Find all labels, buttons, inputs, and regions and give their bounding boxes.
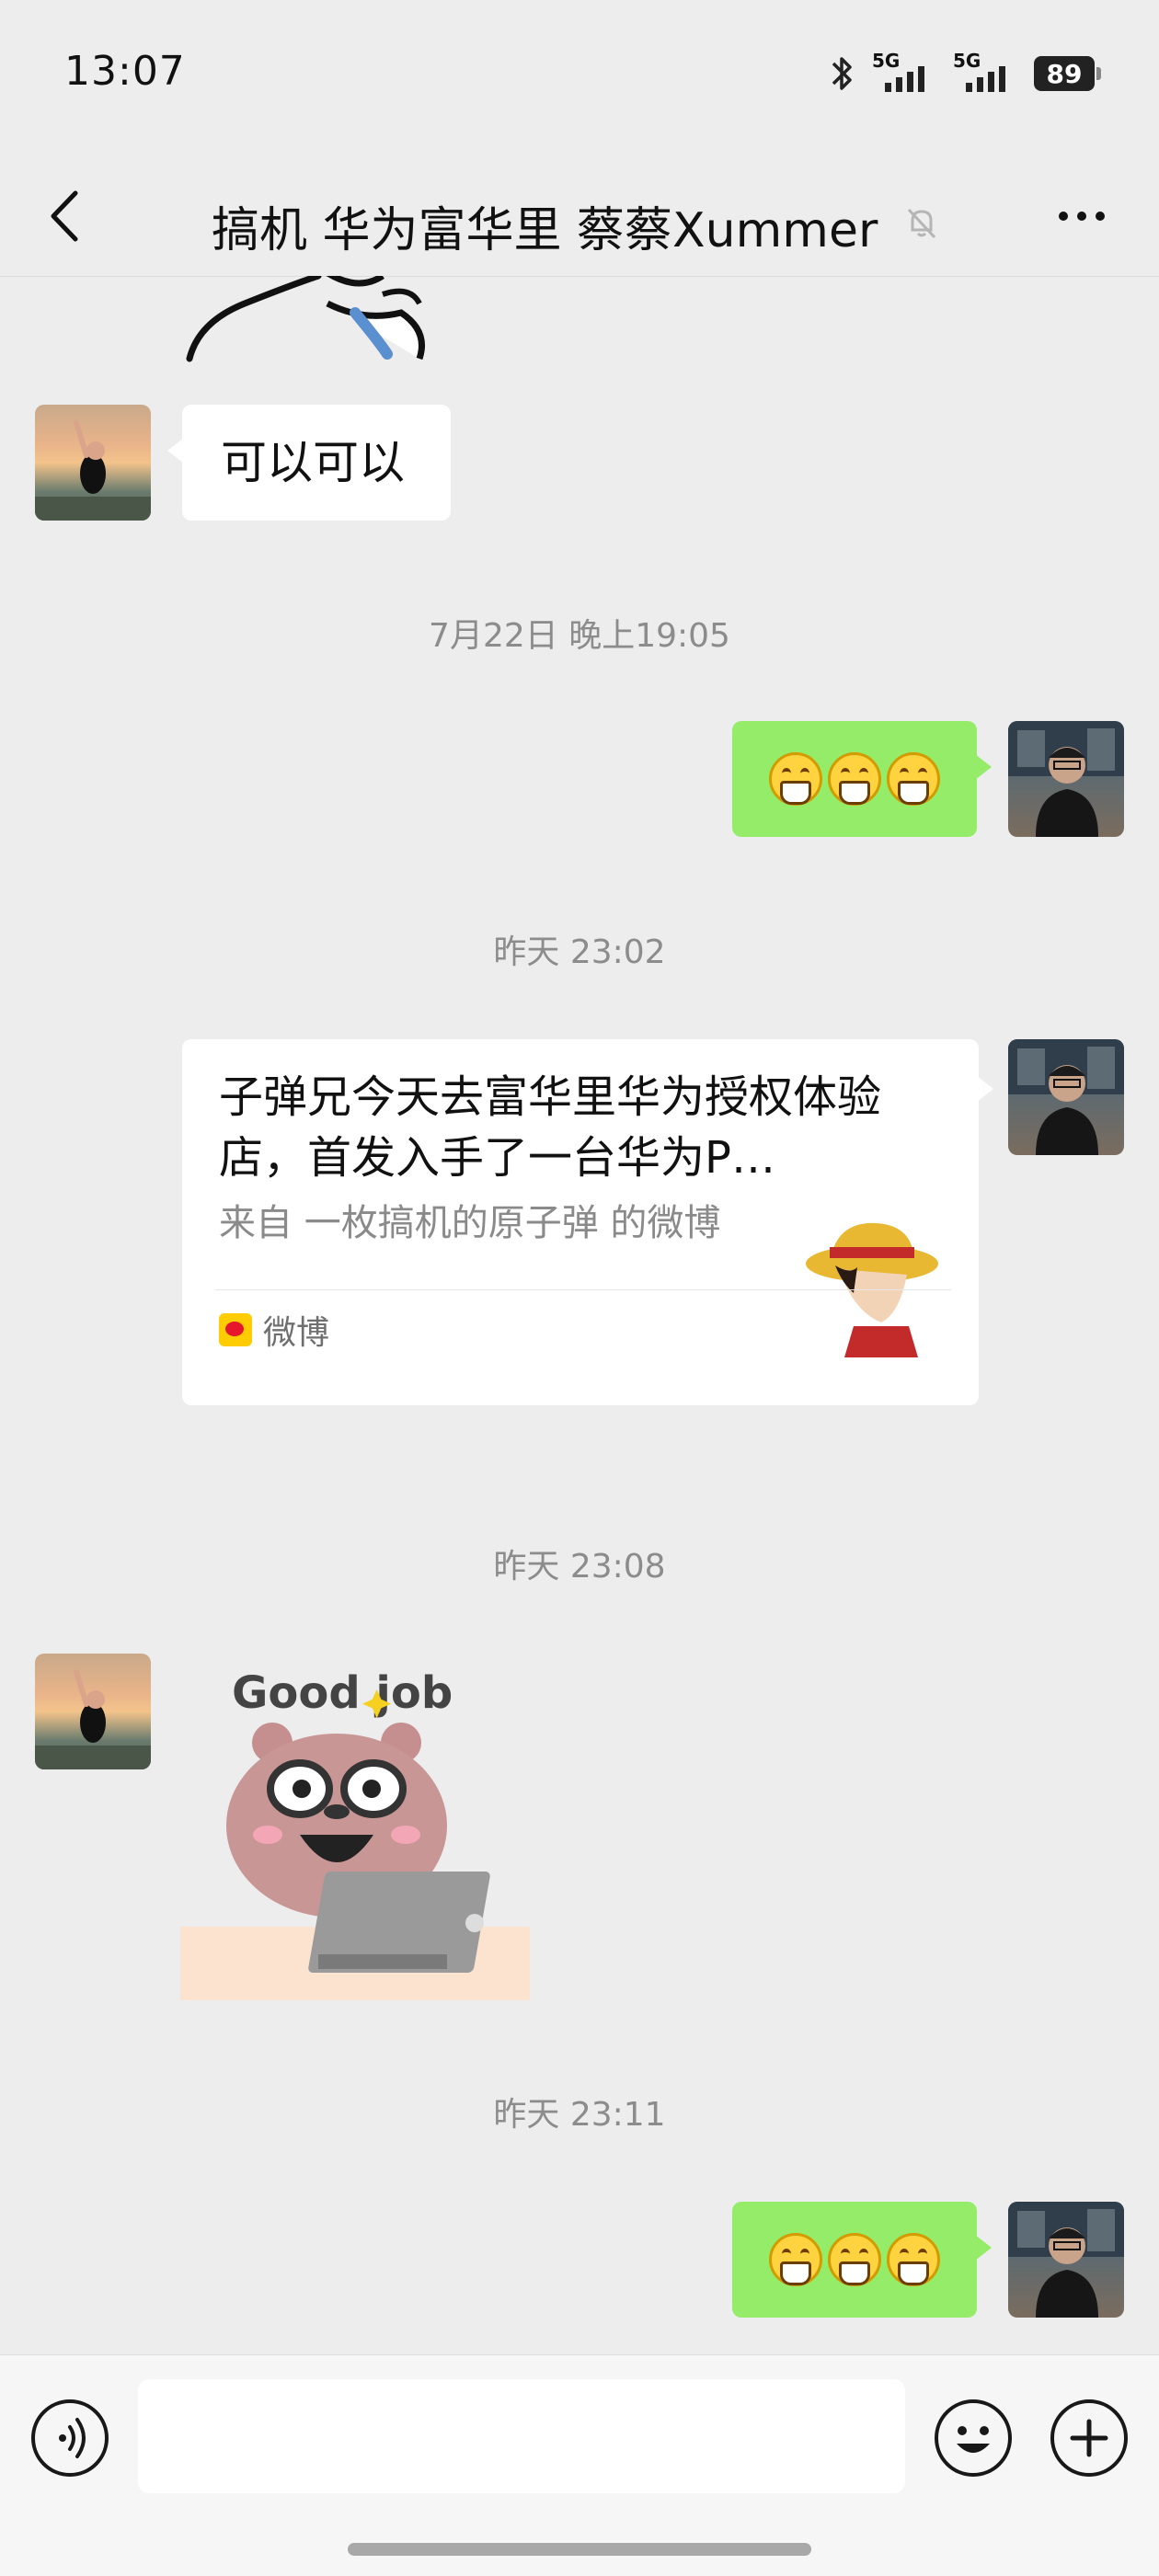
back-arrow-icon[interactable] (37, 184, 92, 248)
divider (215, 1289, 951, 1290)
grinning-face-icon (887, 2233, 940, 2286)
chat-title: 搞机 华为富华里 蔡蔡Xummer (212, 203, 878, 258)
home-indicator[interactable] (348, 2543, 811, 2556)
message-text: 可以可以 (221, 436, 405, 489)
grinning-face-icon (769, 752, 822, 806)
emoji-icon (957, 2426, 990, 2453)
emoji-group (732, 721, 977, 837)
timestamp: 昨天 23:08 (493, 1548, 666, 1586)
voice-icon (59, 2418, 86, 2458)
shared-link-card[interactable]: 子弹兄今天去富华里华为授权体验店，首发入手了一台华为P… 来自 一枚搞机的原子弹… (182, 1039, 993, 1405)
my-avatar[interactable] (1008, 2202, 1124, 2318)
contact-avatar[interactable] (35, 1654, 151, 1769)
contact-avatar[interactable] (35, 405, 151, 521)
chat-header: 搞机 华为富华里 蔡蔡Xummer (0, 156, 1159, 277)
link-card-subtitle: 来自 一枚搞机的原子弹 的微博 (219, 1202, 721, 1244)
battery-icon: 89 (1034, 56, 1101, 91)
input-bar (0, 2354, 1159, 2576)
message-input[interactable] (138, 2379, 905, 2493)
status-bar: 13:07 5G 5G 89 (0, 0, 1159, 147)
weibo-icon (219, 1313, 252, 1346)
grinning-face-icon (887, 752, 940, 806)
timestamp: 昨天 23:11 (493, 2096, 666, 2134)
chat-messages[interactable]: 可以可以 7月22日 晚上19:05 昨天 23:02 子弹兄今天去富华里华为授… (0, 276, 1159, 2354)
link-card-title: 子弹兄今天去富华里华为授权体验店，首发入手了一台华为P… (219, 1071, 882, 1184)
mute-bell-icon (907, 208, 936, 239)
bluetooth-icon (832, 57, 852, 90)
timestamp: 昨天 23:02 (493, 933, 666, 971)
plus-icon (1070, 2419, 1108, 2457)
avatar-image (1008, 2202, 1124, 2318)
message-bubble[interactable] (732, 721, 992, 837)
straw-hat-character-icon (806, 1222, 938, 1357)
emoji-button[interactable] (935, 2399, 1012, 2477)
status-time: 13:07 (64, 48, 186, 95)
my-avatar[interactable] (1008, 1039, 1124, 1155)
link-card-source: 微博 (219, 1306, 329, 1354)
status-icons: 5G 5G 89 (828, 50, 1101, 96)
avatar-image (1008, 721, 1124, 837)
sticker-caption: Good job (232, 1667, 453, 1719)
avatar-image (1008, 1039, 1124, 1155)
voice-button[interactable] (31, 2399, 109, 2477)
avatar-image (35, 1669, 151, 1769)
more-dots-icon (1059, 212, 1068, 221)
signal-5g-icon: 5G (953, 50, 1017, 96)
grinning-face-icon (769, 2233, 822, 2286)
avatar-image (35, 420, 151, 521)
my-avatar[interactable] (1008, 721, 1124, 837)
message-bubble[interactable]: 可以可以 (167, 405, 451, 521)
bear-laptop-sticker-icon[interactable]: Good job (180, 1651, 530, 2000)
message-bubble[interactable] (732, 2202, 992, 2318)
link-card-source-label: 微博 (263, 1314, 330, 1352)
cartoon-sticker-icon[interactable] (180, 276, 456, 368)
grinning-face-icon (828, 752, 881, 806)
more-functions-button[interactable] (1050, 2399, 1128, 2477)
grinning-face-icon (828, 2233, 881, 2286)
signal-5g-icon: 5G (872, 50, 936, 96)
timestamp: 7月22日 晚上19:05 (429, 617, 730, 655)
emoji-group (732, 2202, 977, 2318)
more-options-button[interactable] (1045, 193, 1119, 239)
